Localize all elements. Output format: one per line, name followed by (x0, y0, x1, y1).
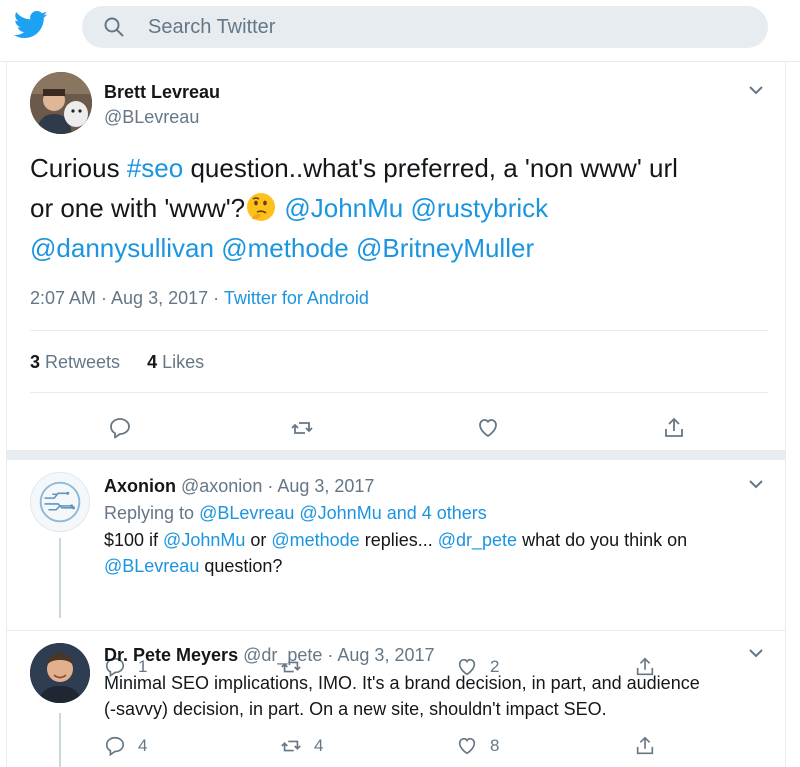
top-bar: Search Twitter (0, 0, 800, 62)
section-separator (6, 450, 786, 460)
chevron-down-icon[interactable] (748, 478, 764, 490)
tweet-stats: 3 Retweets 4 Likes (30, 352, 204, 373)
reply-text-part: question? (199, 556, 283, 576)
reply-author-meta[interactable]: @dr_pete · Aug 3, 2017 (238, 645, 434, 665)
likes-stat[interactable]: 4 Likes (147, 352, 204, 372)
search-box[interactable]: Search Twitter (82, 6, 768, 48)
tweet-text-part: Curious (30, 153, 127, 183)
retweets-stat[interactable]: 3 Retweets (30, 352, 120, 372)
mention-link[interactable]: @rustybrick (411, 193, 549, 223)
thinking-face-emoji-icon (247, 193, 276, 221)
reply-text-part: what do you think on (517, 530, 688, 550)
mention-link[interactable]: @JohnMu (163, 530, 245, 550)
avatar[interactable] (30, 72, 92, 134)
tweet-text-part: question..what's preferred, a 'non www' … (183, 153, 678, 183)
tweet-source-link[interactable]: Twitter for Android (224, 288, 369, 308)
mention-link[interactable]: @methode (221, 233, 349, 263)
reply-author-meta[interactable]: @axonion · Aug 3, 2017 (176, 476, 374, 496)
tweet-time[interactable]: 2:07 AM · Aug 3, 2017 · (30, 288, 224, 308)
author-name[interactable]: Brett Levreau (104, 82, 220, 103)
mention-link[interactable]: @dr_pete (438, 530, 517, 550)
reply-text-part: replies... (359, 530, 438, 550)
reply-icon[interactable] (108, 416, 132, 440)
reply-text: (-savvy) decision, in part. On a new sit… (104, 699, 607, 719)
like-heart-icon (458, 737, 476, 755)
likes-count: 4 (147, 352, 158, 372)
tweet-timestamp: 2:07 AM · Aug 3, 2017 · Twitter for Andr… (30, 288, 369, 309)
divider (30, 330, 768, 331)
replying-to-mentions[interactable]: @BLevreau @JohnMu and 4 others (199, 503, 487, 523)
reply-header: Dr. Pete Meyers @dr_pete · Aug 3, 2017 (104, 645, 435, 666)
retweet-icon[interactable] (290, 416, 314, 440)
mention-link[interactable]: @BritneyMuller (356, 233, 534, 263)
reply-text: $100 if @JohnMu or @methode replies... @… (104, 527, 687, 553)
reply-header: Axonion @axonion · Aug 3, 2017 (104, 476, 374, 497)
reply-text-part: $100 if (104, 530, 164, 550)
share-icon (636, 736, 654, 755)
likes-label: Likes (157, 352, 205, 372)
share-icon[interactable] (662, 416, 686, 440)
like-count: 8 (490, 736, 500, 755)
tweet-text: Curious #seo question..what's preferred,… (30, 148, 770, 268)
search-icon (104, 17, 124, 37)
reply-count: 4 (138, 736, 148, 755)
author-handle[interactable]: @BLevreau (104, 107, 199, 128)
reply-button[interactable]: 4 (104, 733, 147, 759)
thread-line (59, 538, 61, 618)
reply-text: Minimal SEO implications, IMO. It's a br… (104, 673, 700, 693)
reply-tweet[interactable]: Dr. Pete Meyers @dr_pete · Aug 3, 2017 M… (0, 631, 800, 767)
replying-to-label: Replying to (104, 503, 200, 523)
tweet-text-part: or one with 'www'? (30, 193, 246, 223)
search-input[interactable]: Search Twitter (148, 16, 275, 39)
reply-actions: 4 4 8 (104, 733, 664, 759)
reply-text-part: or (245, 530, 272, 550)
reply-author-name[interactable]: Axonion (104, 476, 176, 496)
retweet-count: 4 (314, 736, 324, 755)
retweet-icon (281, 740, 301, 752)
chevron-down-icon[interactable] (748, 647, 764, 659)
reply-author-name[interactable]: Dr. Pete Meyers (104, 645, 238, 665)
like-button[interactable]: 8 (456, 733, 499, 759)
reply-icon (105, 736, 125, 757)
like-heart-icon[interactable] (476, 416, 500, 440)
tweet-detail: Brett Levreau @BLevreau Curious #seo que… (0, 62, 800, 767)
replying-to: Replying to @BLevreau @JohnMu and 4 othe… (104, 500, 487, 526)
reply-tweet[interactable]: Axonion @axonion · Aug 3, 2017 Replying … (0, 460, 800, 618)
mention-link[interactable]: @methode (271, 530, 359, 550)
thread-line (59, 713, 61, 767)
share-button[interactable] (634, 733, 668, 759)
hashtag-link[interactable]: #seo (127, 153, 183, 183)
chevron-down-icon[interactable] (748, 84, 764, 96)
retweet-button[interactable]: 4 (280, 733, 323, 759)
mention-link[interactable]: @JohnMu (284, 193, 403, 223)
avatar[interactable] (30, 472, 90, 532)
divider (30, 392, 768, 393)
avatar[interactable] (30, 643, 90, 703)
twitter-logo-icon[interactable] (14, 10, 48, 40)
retweets-label: Retweets (40, 352, 121, 372)
mention-link[interactable]: @dannysullivan (30, 233, 214, 263)
reply-text: @BLevreau question? (104, 553, 282, 579)
mention-link[interactable]: @BLevreau (104, 556, 199, 576)
retweets-count: 3 (30, 352, 41, 372)
